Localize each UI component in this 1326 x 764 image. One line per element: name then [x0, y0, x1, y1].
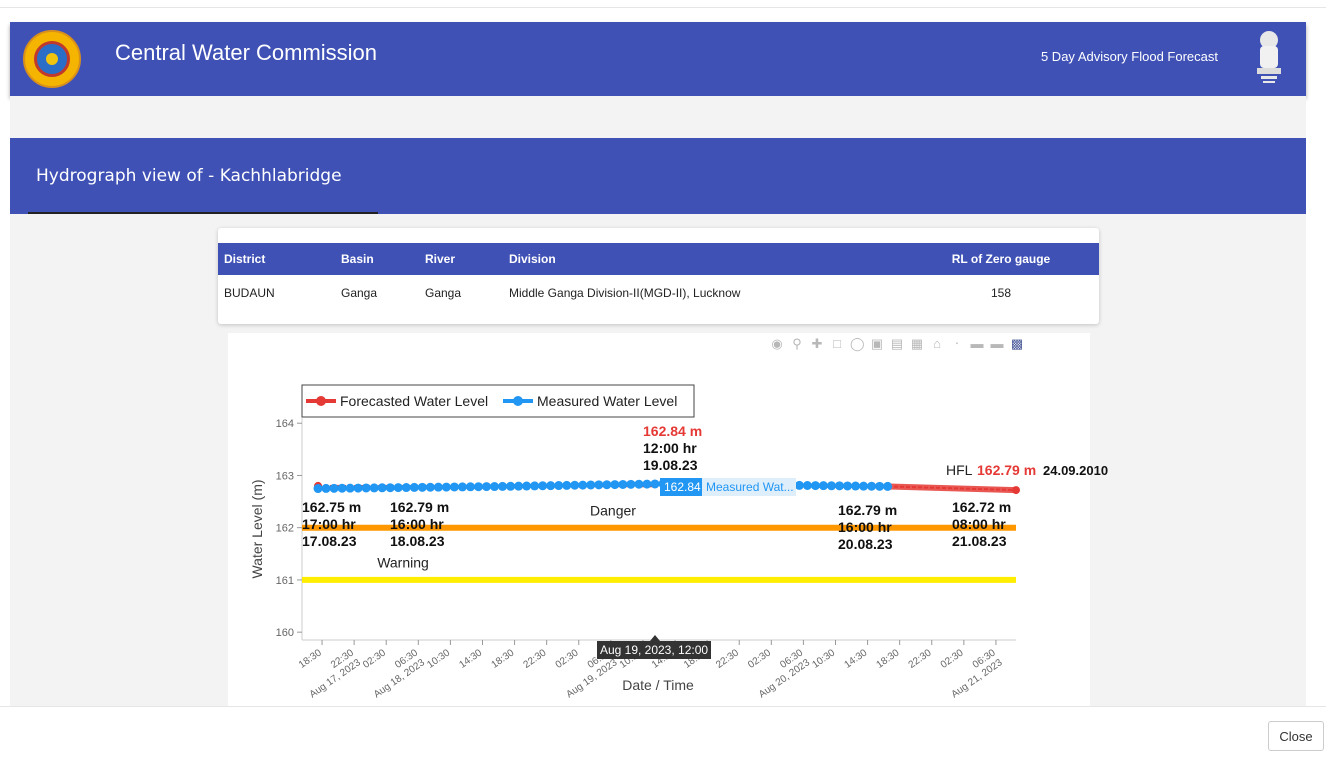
top-border	[0, 0, 1326, 8]
home-icon[interactable]: ⌂	[930, 337, 944, 351]
lasso-icon[interactable]: ◯	[850, 337, 865, 351]
cell-river: Ganga	[425, 286, 462, 300]
col-division: Division	[503, 243, 903, 275]
spacer-band	[10, 96, 1306, 138]
cell-district: BUDAUN	[224, 286, 275, 300]
col-basin: Basin	[335, 243, 419, 275]
cell-division: Middle Ganga Division-II(MGD-II), Luckno…	[509, 286, 741, 300]
col-district: District	[218, 243, 335, 275]
col-rl-zero-gauge: RL of Zero gauge	[903, 243, 1099, 275]
hover-closest-icon[interactable]: ▬	[970, 337, 984, 351]
app-title: Central Water Commission	[115, 40, 378, 65]
cell-basin: Ganga	[341, 286, 378, 300]
section-header: Hydrograph view of - Kachhlabridge	[10, 138, 1306, 214]
station-table: District Basin River Division RL of Zero…	[218, 243, 1099, 311]
plot-modebar: ◉ ⚲ ✚ □ ◯ ▣ ▤ ▦ ⌂ ‧ ▬ ▬ ▩	[770, 337, 1024, 353]
hover-compare-icon[interactable]: ▬	[990, 337, 1004, 351]
section-title: Hydrograph view of - Kachhlabridge	[36, 166, 342, 186]
national-emblem-icon	[1257, 31, 1281, 83]
spike-icon[interactable]: ‧	[950, 337, 964, 351]
page: Central Water Commission 5 Day Advisory …	[0, 0, 1326, 764]
logo-core	[46, 53, 58, 65]
zoom-icon[interactable]: ⚲	[790, 337, 804, 351]
table-header-row: District Basin River Division RL of Zero…	[218, 243, 1099, 275]
hydrograph-panel	[228, 333, 1090, 709]
table-row: BUDAUN Ganga Ganga Middle Ganga Division…	[218, 275, 1099, 311]
camera-icon[interactable]: ◉	[770, 337, 784, 351]
logo-ring	[34, 41, 70, 77]
app-subtitle: 5 Day Advisory Flood Forecast	[1040, 49, 1218, 64]
zoom-in-icon[interactable]: ▣	[870, 337, 884, 351]
cell-rl-zero-gauge: 158	[990, 286, 1012, 300]
cwc-logo-icon	[23, 30, 81, 88]
box-select-icon[interactable]: □	[830, 337, 844, 351]
autoscale-icon[interactable]: ▦	[910, 337, 924, 351]
col-river: River	[419, 243, 503, 275]
close-button[interactable]: Close	[1268, 721, 1324, 751]
station-info-card: District Basin River Division RL of Zero…	[218, 228, 1099, 324]
app-header: Central Water Commission 5 Day Advisory …	[10, 22, 1306, 96]
footer-divider	[0, 706, 1326, 707]
zoom-out-icon[interactable]: ▤	[890, 337, 904, 351]
pan-icon[interactable]: ✚	[810, 337, 824, 351]
plotly-logo-icon[interactable]: ▩	[1010, 337, 1024, 351]
